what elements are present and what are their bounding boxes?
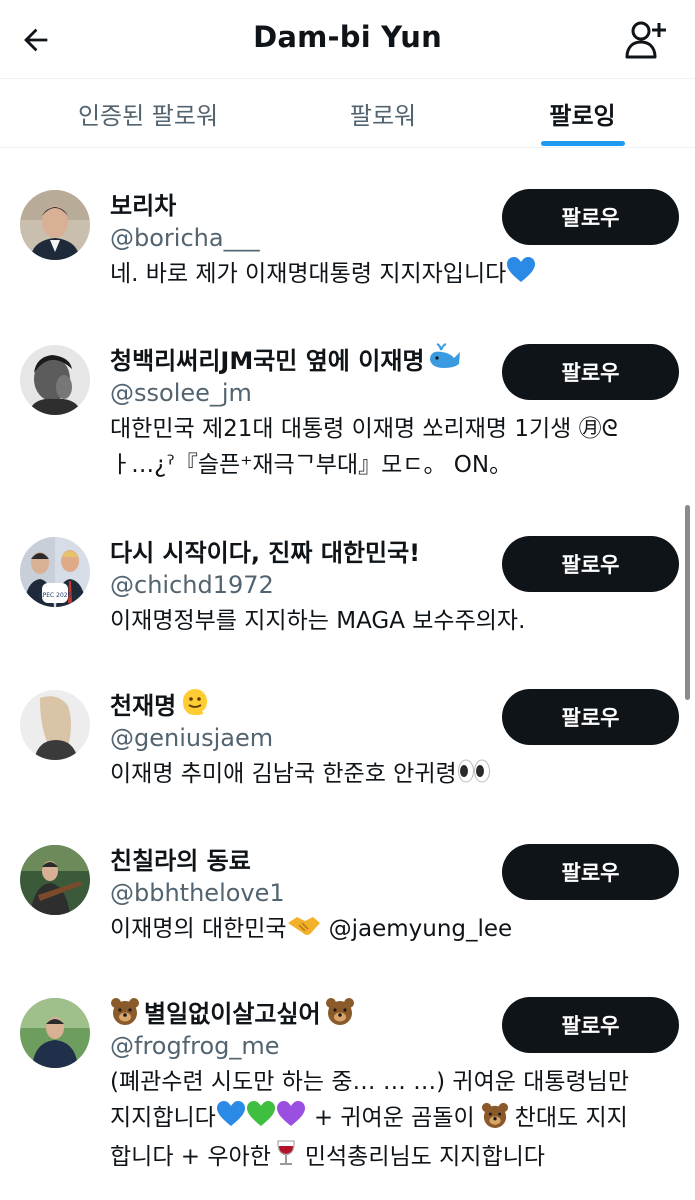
bear-icon: [481, 1102, 509, 1139]
blue-heart-icon: [216, 1100, 246, 1139]
user-bio: (폐관수련 시도만 하는 중… … …) 귀여운 대통령님만 지지합니다 + 귀여…: [110, 1064, 680, 1178]
tab-verified-followers[interactable]: 인증된 팔로워: [0, 79, 296, 147]
bio-text: 민석총리님도 지지합니다: [304, 1144, 545, 1170]
bio-mention-link[interactable]: @jaemyung_lee: [329, 916, 513, 942]
bio-text: 이재명 추미애 김남국 한준호 안귀령: [110, 761, 457, 787]
active-tab-indicator: [541, 141, 625, 146]
top-bar: Dam-bi Yun: [0, 0, 695, 78]
bear-icon: [325, 997, 355, 1031]
user-row[interactable]: 별일없이살고싶어 @frogfrog_me (폐관수련 시도만 하는 중… … …: [0, 978, 695, 1200]
avatar: [20, 998, 90, 1068]
page-title: Dam-bi Yun: [253, 20, 442, 54]
eyes-icon: [457, 758, 491, 795]
user-handle[interactable]: @boricha___: [110, 224, 260, 252]
user-handle[interactable]: @ssolee_jm: [110, 379, 252, 407]
follow-button[interactable]: 팔로우: [502, 536, 679, 592]
follow-button[interactable]: 팔로우: [502, 189, 679, 245]
avatar: [20, 190, 90, 260]
user-name-text: 천재명: [110, 692, 177, 720]
bio-line: 지지합니다 + 귀여운 곰돌이 찬대도 지지: [110, 1100, 680, 1139]
bio-line: 대한민국 제21대 대통령 이재명 쏘리재명 1기생 ㊊ᘓ: [110, 416, 618, 442]
user-name[interactable]: 친칠라의 동료: [110, 841, 251, 876]
bio-text: + 귀여운 곰돌이: [313, 1105, 475, 1131]
user-bio: 이재명정부를 지지하는 MAGA 보수주의자.: [110, 608, 526, 634]
user-handle[interactable]: @bbhthelove1: [110, 879, 285, 907]
bio-text: 합니다 + 우아한: [110, 1144, 271, 1170]
user-row[interactable]: 천재명 @geniusjaem 이재명 추미애 김남국 한준호 안귀령 팔로우: [0, 670, 695, 820]
user-row[interactable]: APEC 2025 다시 시작이다, 진짜 대한민국! @chichd1972 …: [0, 517, 695, 667]
user-name-text: 별일없이살고싶어: [144, 1000, 321, 1028]
melting-face-icon: [180, 687, 210, 723]
scrollbar[interactable]: [685, 505, 690, 700]
follow-button[interactable]: 팔로우: [502, 844, 679, 900]
user-name[interactable]: 청백리써리JM국민 옆에 이재명: [110, 341, 462, 378]
user-name-text: 청백리써리JM국민 옆에 이재명: [110, 347, 425, 375]
user-handle[interactable]: @geniusjaem: [110, 724, 273, 752]
user-row[interactable]: 친칠라의 동료 @bbhthelove1 이재명의 대한민국 @jaemyung_…: [0, 825, 695, 975]
user-handle[interactable]: @chichd1972: [110, 571, 274, 599]
bio-text: 이재명의 대한민국: [110, 916, 287, 942]
tab-following[interactable]: 팔로잉: [470, 79, 695, 147]
bio-line: ㅏ…¿ˀ『슬픈⁺재극ᄀ부대』모ㄷ。 ON。: [110, 452, 513, 478]
green-heart-icon: [246, 1100, 276, 1139]
bio-line: 합니다 + 우아한 민석총리님도 지지합니다: [110, 1139, 680, 1178]
user-bio: 이재명의 대한민국 @jaemyung_lee: [110, 911, 680, 950]
bio-text: 찬대도 지지: [514, 1105, 628, 1131]
follow-button[interactable]: 팔로우: [502, 689, 679, 745]
tab-followers[interactable]: 팔로워: [296, 79, 470, 147]
bear-icon: [110, 997, 140, 1031]
user-bio: 이재명 추미애 김남국 한준호 안귀령: [110, 756, 680, 795]
avatar: [20, 345, 90, 415]
user-handle[interactable]: @frogfrog_me: [110, 1032, 280, 1060]
handshake-icon: [287, 913, 321, 950]
follow-button[interactable]: 팔로우: [502, 997, 679, 1053]
avatar: APEC 2025: [20, 537, 90, 607]
user-name[interactable]: 다시 시작이다, 진짜 대한민국!: [110, 533, 420, 568]
whale-icon: [428, 342, 462, 378]
avatar: [20, 845, 90, 915]
bio-text: 네. 바로 제가 이재명대통령 지지자입니다: [110, 261, 507, 287]
user-bio: 네. 바로 제가 이재명대통령 지지자입니다: [110, 256, 680, 295]
user-name[interactable]: 별일없이살고싶어: [110, 994, 355, 1031]
user-bio: 대한민국 제21대 대통령 이재명 쏘리재명 1기생 ㊊ᘓ ㅏ…¿ˀ『슬픈⁺재극…: [110, 411, 680, 483]
user-name[interactable]: 보리차: [110, 186, 176, 221]
wine-glass-icon: [275, 1139, 297, 1178]
user-row[interactable]: 보리차 @boricha___ 네. 바로 제가 이재명대통령 지지자입니다 팔…: [0, 170, 695, 320]
add-user-icon: [625, 21, 666, 59]
purple-heart-icon: [276, 1100, 306, 1139]
add-user-button[interactable]: [618, 16, 670, 64]
bio-text: 지지합니다: [110, 1105, 216, 1131]
bio-line: (폐관수련 시도만 하는 중… … …) 귀여운 대통령님만: [110, 1069, 630, 1095]
blue-heart-icon: [506, 256, 536, 295]
tab-bar: 인증된 팔로워 팔로워 팔로잉: [0, 78, 695, 148]
follow-button[interactable]: 팔로우: [502, 344, 679, 400]
user-row[interactable]: 청백리써리JM국민 옆에 이재명 @ssolee_jm 대한민국 제21대 대통…: [0, 325, 695, 515]
avatar-text: APEC 2025: [39, 592, 72, 599]
user-name[interactable]: 천재명: [110, 686, 210, 723]
avatar: [20, 690, 90, 760]
